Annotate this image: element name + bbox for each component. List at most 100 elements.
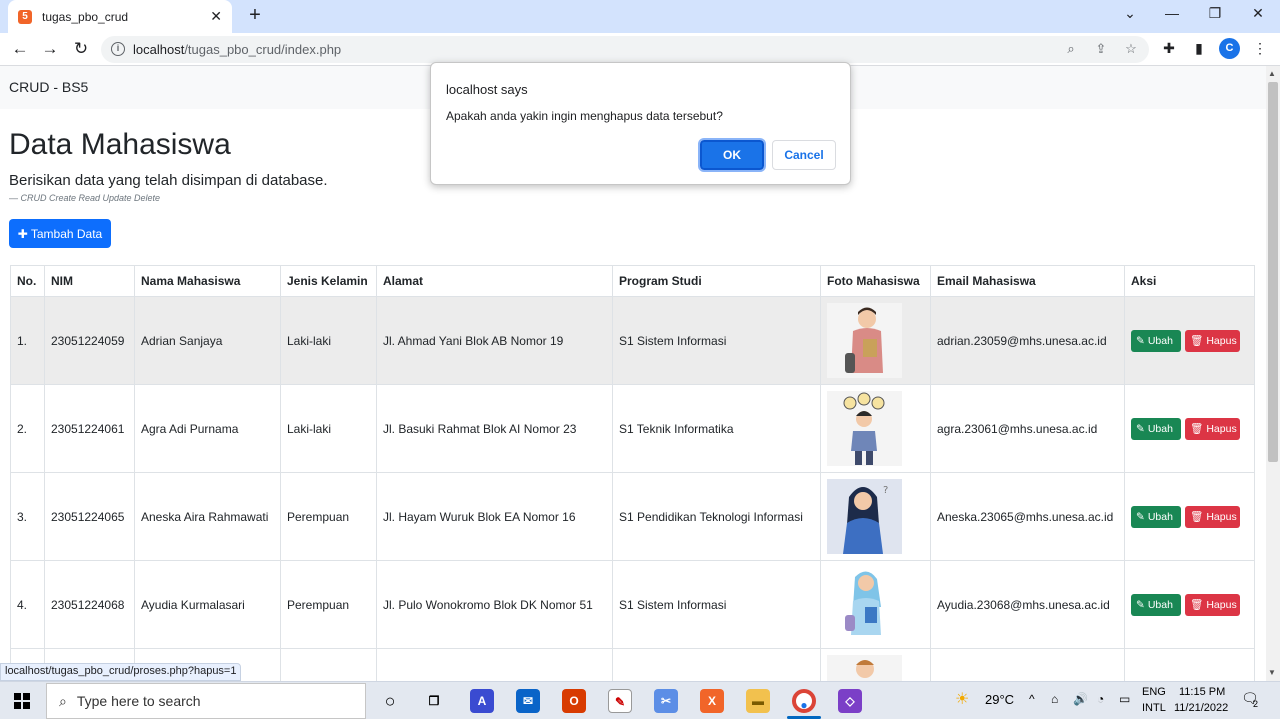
tray-chevron-icon[interactable]: ^: [1029, 692, 1035, 706]
site-info-icon[interactable]: i: [111, 42, 125, 56]
browser-tab-strip: 5 tugas_pbo_crud ✕ + ⌄ — ❐ ✕: [0, 0, 1280, 33]
dialog-title: localhost says: [446, 82, 528, 97]
cell-nama: Ayudia Kurmalasari: [134, 560, 281, 649]
profile-avatar[interactable]: C: [1219, 38, 1240, 59]
cell-foto: [820, 296, 931, 385]
page-scrollbar[interactable]: ▲ ▼: [1266, 66, 1280, 681]
tab-search-chevron-icon[interactable]: ⌄: [1120, 5, 1140, 22]
table-row: 4. 23051224068 Ayudia Kurmalasari Peremp…: [10, 560, 1255, 649]
cell-no: 1.: [10, 296, 45, 385]
delete-button[interactable]: 🗑 Hapus: [1185, 329, 1240, 352]
search-placeholder: Type here to search: [76, 693, 201, 709]
snipping-tool-icon[interactable]: ✂: [654, 689, 678, 713]
cell-alamat: Jl. Basuki Rahmat Blok AI Nomor 23: [376, 384, 613, 473]
battery-icon[interactable]: ▭: [1119, 692, 1130, 706]
app-icon[interactable]: A: [470, 689, 494, 713]
menu-kebab-icon[interactable]: ⋮: [1250, 40, 1270, 57]
cell-nama: Adrian Sanjaya: [134, 296, 281, 385]
temperature[interactable]: 29°C: [985, 692, 1014, 707]
network-icon[interactable]: ⌂: [1051, 692, 1058, 706]
cell-program-studi: S1 Pendidikan Teknologi Informasi: [612, 472, 821, 561]
bookmark-star-icon[interactable]: ☆: [1122, 41, 1140, 57]
delete-button[interactable]: 🗑 Hapus: [1185, 505, 1240, 528]
cell-nama: Aneska Aira Rahmawati: [134, 472, 281, 561]
col-foto: Foto Mahasiswa: [820, 265, 931, 297]
volume-icon[interactable]: 🔊: [1073, 692, 1088, 706]
browser-tab[interactable]: 5 tugas_pbo_crud ✕: [8, 0, 232, 33]
side-panel-icon[interactable]: ▮: [1189, 40, 1209, 57]
file-explorer-icon[interactable]: ▬: [746, 689, 770, 713]
trash-icon: 🗑: [1190, 423, 1204, 435]
trash-icon: 🗑: [1190, 511, 1204, 523]
xampp-icon[interactable]: X: [700, 689, 724, 713]
zoom-icon[interactable]: ⌕: [1062, 41, 1080, 57]
col-no: No.: [10, 265, 45, 297]
wifi-icon[interactable]: ◔: [1097, 692, 1104, 706]
office-icon[interactable]: O: [562, 689, 586, 713]
chrome-icon[interactable]: ●: [792, 689, 816, 713]
windows-start-icon[interactable]: [14, 693, 30, 709]
edit-label: Ubah: [1147, 422, 1173, 435]
tab-title: tugas_pbo_crud: [42, 9, 129, 24]
edit-button[interactable]: ✎ Ubah: [1131, 505, 1181, 528]
student-photo: [827, 567, 902, 642]
restore-button[interactable]: ❐: [1205, 5, 1225, 22]
share-icon[interactable]: ⇪: [1092, 41, 1110, 57]
cell-no: 3.: [10, 472, 45, 561]
col-nim: NIM: [44, 265, 135, 297]
student-photo: ?: [827, 479, 902, 554]
delete-button[interactable]: 🗑 Hapus: [1185, 417, 1240, 440]
navbar-brand[interactable]: CRUD - BS5: [9, 79, 88, 95]
student-table: No. NIM Nama Mahasiswa Jenis Kelamin Ala…: [10, 265, 1255, 681]
cell-no: 2.: [10, 384, 45, 473]
edit-button[interactable]: ✎ Ubah: [1131, 329, 1181, 352]
ok-button[interactable]: OK: [698, 138, 766, 172]
close-tab-icon[interactable]: ✕: [210, 8, 222, 25]
paint-icon[interactable]: ✎: [608, 689, 632, 713]
url-path: /tugas_pbo_crud/index.php: [184, 42, 342, 57]
cell-alamat: Jl. Pulo Wonokromo Blok DK Nomor 51: [376, 560, 613, 649]
edit-button[interactable]: ✎ Ubah: [1131, 593, 1181, 616]
add-data-button[interactable]: ✚ Tambah Data: [9, 219, 111, 248]
new-tab-button[interactable]: +: [244, 4, 266, 27]
taskbar-search[interactable]: ⌕ Type here to search: [46, 683, 366, 719]
col-jenis-kelamin: Jenis Kelamin: [280, 265, 377, 297]
lang-layout[interactable]: INTL: [1142, 702, 1166, 714]
windows-taskbar: ⌕ Type here to search ○ ❐ A ✉ O ✎ ✂ X ▬ …: [0, 681, 1280, 719]
page-title: Data Mahasiswa: [9, 128, 231, 161]
cancel-button[interactable]: Cancel: [772, 140, 836, 170]
address-bar[interactable]: i localhost/tugas_pbo_crud/index.php ⌕ ⇪…: [101, 36, 1149, 63]
delete-button[interactable]: 🗑 Hapus: [1185, 593, 1240, 616]
delete-label: Hapus: [1206, 334, 1237, 347]
scrollbar-thumb[interactable]: [1268, 82, 1278, 462]
weather-icon[interactable]: ☀: [955, 689, 969, 709]
task-view-icon[interactable]: ❐: [422, 689, 446, 713]
minimize-button[interactable]: —: [1162, 5, 1182, 21]
html5-favicon-icon: 5: [18, 9, 32, 24]
reload-button[interactable]: ↻: [70, 38, 92, 60]
url-text[interactable]: localhost/tugas_pbo_crud/index.php: [133, 42, 341, 57]
delete-label: Hapus: [1206, 598, 1237, 611]
cell-alamat: Jl. Hayam Wuruk Blok EA Nomor 16: [376, 472, 613, 561]
trash-icon: 🗑: [1190, 599, 1204, 611]
page-footnote: — CRUD Create Read Update Delete: [9, 193, 161, 203]
cortana-icon[interactable]: ○: [378, 689, 402, 713]
lang-code[interactable]: ENG: [1142, 686, 1166, 698]
clock-date[interactable]: 11/21/2022: [1174, 702, 1228, 714]
cell-jenis-kelamin: Laki-laki: [280, 296, 377, 385]
edit-button[interactable]: ✎ Ubah: [1131, 417, 1181, 440]
col-nama: Nama Mahasiswa: [134, 265, 281, 297]
forward-button[interactable]: →: [39, 38, 61, 60]
confirm-dialog: localhost says Apakah anda yakin ingin m…: [430, 62, 851, 185]
scroll-up-icon[interactable]: ▲: [1268, 69, 1276, 78]
student-photo: [827, 303, 902, 378]
mail-icon[interactable]: ✉: [516, 689, 540, 713]
back-button[interactable]: ←: [9, 38, 31, 60]
extensions-puzzle-icon[interactable]: ✚: [1159, 40, 1179, 57]
visual-studio-icon[interactable]: ◇: [838, 689, 862, 713]
scroll-down-icon[interactable]: ▼: [1268, 668, 1276, 677]
edit-label: Ubah: [1147, 334, 1173, 347]
clock-time[interactable]: 11:15 PM: [1179, 686, 1225, 698]
close-window-button[interactable]: ✕: [1248, 5, 1268, 22]
dialog-message: Apakah anda yakin ingin menghapus data t…: [446, 109, 723, 123]
